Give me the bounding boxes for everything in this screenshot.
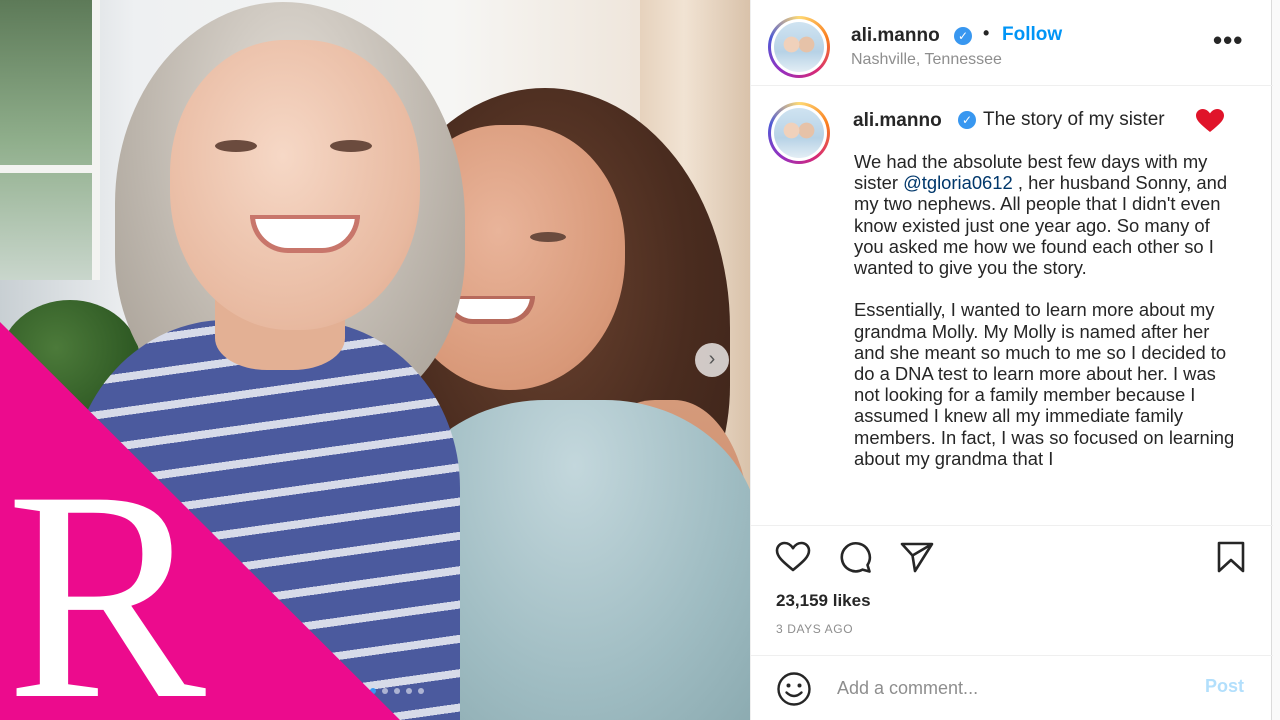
chevron-right-icon: ›: [708, 348, 716, 370]
verified-badge-icon: ✓: [958, 111, 976, 129]
comment-input[interactable]: [837, 674, 1177, 702]
person-left-eye: [215, 140, 257, 152]
avatar[interactable]: [768, 16, 830, 78]
heart-icon[interactable]: [775, 541, 811, 573]
location-link[interactable]: Nashville, Tennessee: [851, 51, 1002, 69]
carousel-dot: [406, 688, 412, 694]
carousel-next-button[interactable]: ›: [695, 343, 729, 377]
carousel-dot: [370, 688, 376, 694]
comment-icon[interactable]: [837, 541, 873, 573]
person-left-face: [170, 40, 420, 330]
mention-link[interactable]: @tgloria0612: [903, 172, 1013, 193]
person-left-striped-shirt: [70, 320, 460, 720]
post-photo[interactable]: ›: [0, 0, 750, 720]
post-timestamp[interactable]: 3 DAYS AGO: [776, 622, 853, 636]
follow-button[interactable]: Follow: [1002, 24, 1062, 46]
likes-count[interactable]: 23,159 likes: [776, 591, 871, 611]
emoji-icon[interactable]: [776, 671, 812, 707]
post-actions: 23,159 likes 3 DAYS AGO: [751, 525, 1273, 655]
separator-dot: •: [983, 23, 990, 43]
carousel-dot: [394, 688, 400, 694]
post-comment-button[interactable]: Post: [1205, 676, 1244, 697]
more-options-icon[interactable]: •••: [1213, 27, 1243, 53]
comment-bar: Post: [751, 655, 1273, 720]
caption-username-link[interactable]: ali.manno: [853, 110, 942, 132]
share-icon[interactable]: [899, 541, 935, 573]
carousel-dot: [418, 688, 424, 694]
verified-badge-icon: ✓: [954, 27, 972, 45]
post-header: ali.manno ✓ • Follow Nashville, Tennesse…: [751, 6, 1273, 86]
bookmark-icon[interactable]: [1213, 541, 1249, 573]
person-right-eye: [530, 232, 566, 242]
caption-section: ali.manno ✓ The story of my sister We ha…: [751, 87, 1273, 525]
red-heart-emoji-icon: [1196, 109, 1224, 132]
person-left-eye: [330, 140, 372, 152]
caption-title: The story of my sister: [983, 109, 1165, 130]
caption-paragraph: We had the absolute best few days with m…: [854, 151, 1244, 278]
carousel-dots: [370, 688, 424, 694]
avatar[interactable]: [768, 102, 830, 164]
carousel-dot: [382, 688, 388, 694]
username-link[interactable]: ali.manno: [851, 25, 940, 47]
post-sidebar: ali.manno ✓ • Follow Nashville, Tennesse…: [750, 0, 1273, 720]
caption-text: We had the absolute best few days with m…: [854, 151, 1244, 490]
caption-paragraph: Essentially, I wanted to learn more abou…: [854, 299, 1235, 469]
page-gutter: [1272, 0, 1280, 720]
photo-window: [0, 0, 100, 280]
